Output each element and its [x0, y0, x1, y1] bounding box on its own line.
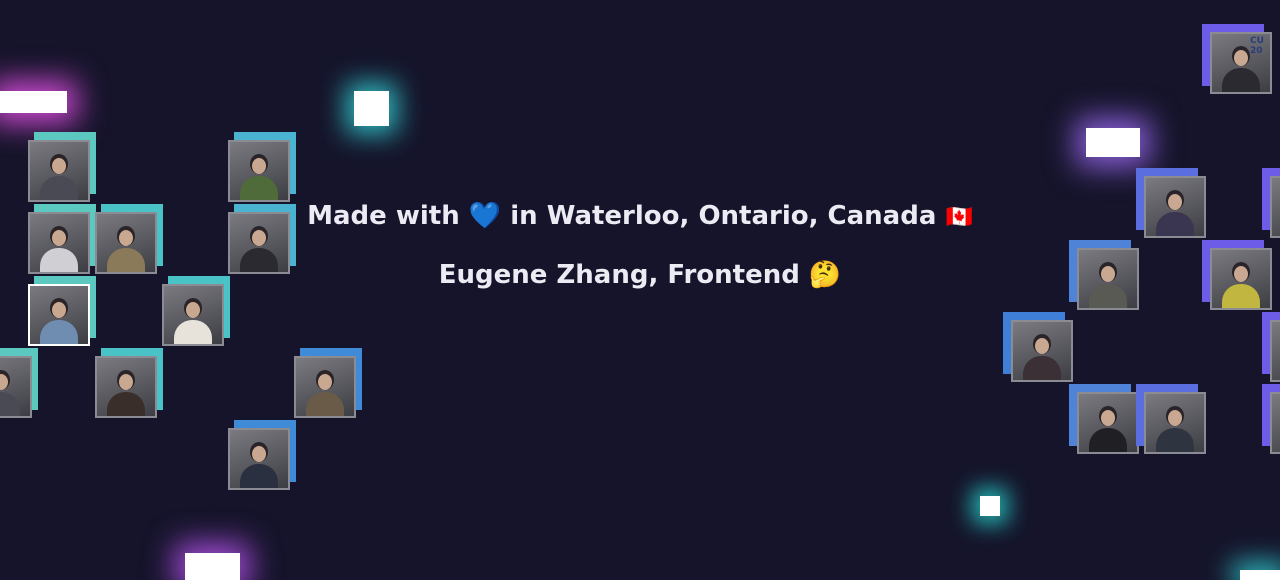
made-with-text: Made with — [307, 201, 460, 231]
photo-corner-label: CU 20 — [1250, 36, 1264, 56]
team-photo[interactable] — [1262, 384, 1280, 454]
team-photo[interactable] — [228, 420, 296, 490]
team-photo[interactable] — [1136, 384, 1206, 454]
author-name-role: Eugene Zhang, Frontend — [438, 260, 800, 290]
team-photo[interactable] — [28, 132, 96, 202]
team-photo[interactable] — [228, 132, 296, 202]
team-photo[interactable] — [1262, 312, 1280, 382]
credits-line-made-with: Made with 💙 in Waterloo, Ontario, Canada… — [0, 201, 1280, 231]
team-photo-selected[interactable] — [28, 276, 96, 346]
glow-square-cyan-corner — [1240, 570, 1280, 580]
team-photo[interactable] — [294, 348, 362, 418]
canada-flag-icon: 🇨🇦 — [945, 205, 973, 230]
thinking-face-icon: 🤔 — [808, 260, 842, 290]
heart-icon: 💙 — [468, 201, 502, 231]
location-text: in Waterloo, Ontario, Canada — [510, 201, 937, 231]
team-photo[interactable]: CU 20 — [1202, 24, 1272, 94]
credits-line-author: Eugene Zhang, Frontend 🤔 — [0, 260, 1280, 290]
team-photo[interactable] — [162, 276, 230, 346]
team-photo[interactable] — [0, 348, 38, 418]
glow-square-cyan-small — [980, 496, 1000, 516]
glow-square-violet-bottom — [185, 553, 240, 580]
glow-square-magenta — [0, 91, 67, 113]
glow-square-violet-right — [1086, 128, 1140, 157]
team-photo[interactable] — [1003, 312, 1073, 382]
team-photo[interactable] — [1069, 384, 1139, 454]
team-photo[interactable] — [95, 348, 163, 418]
glow-square-cyan-top — [354, 91, 389, 126]
